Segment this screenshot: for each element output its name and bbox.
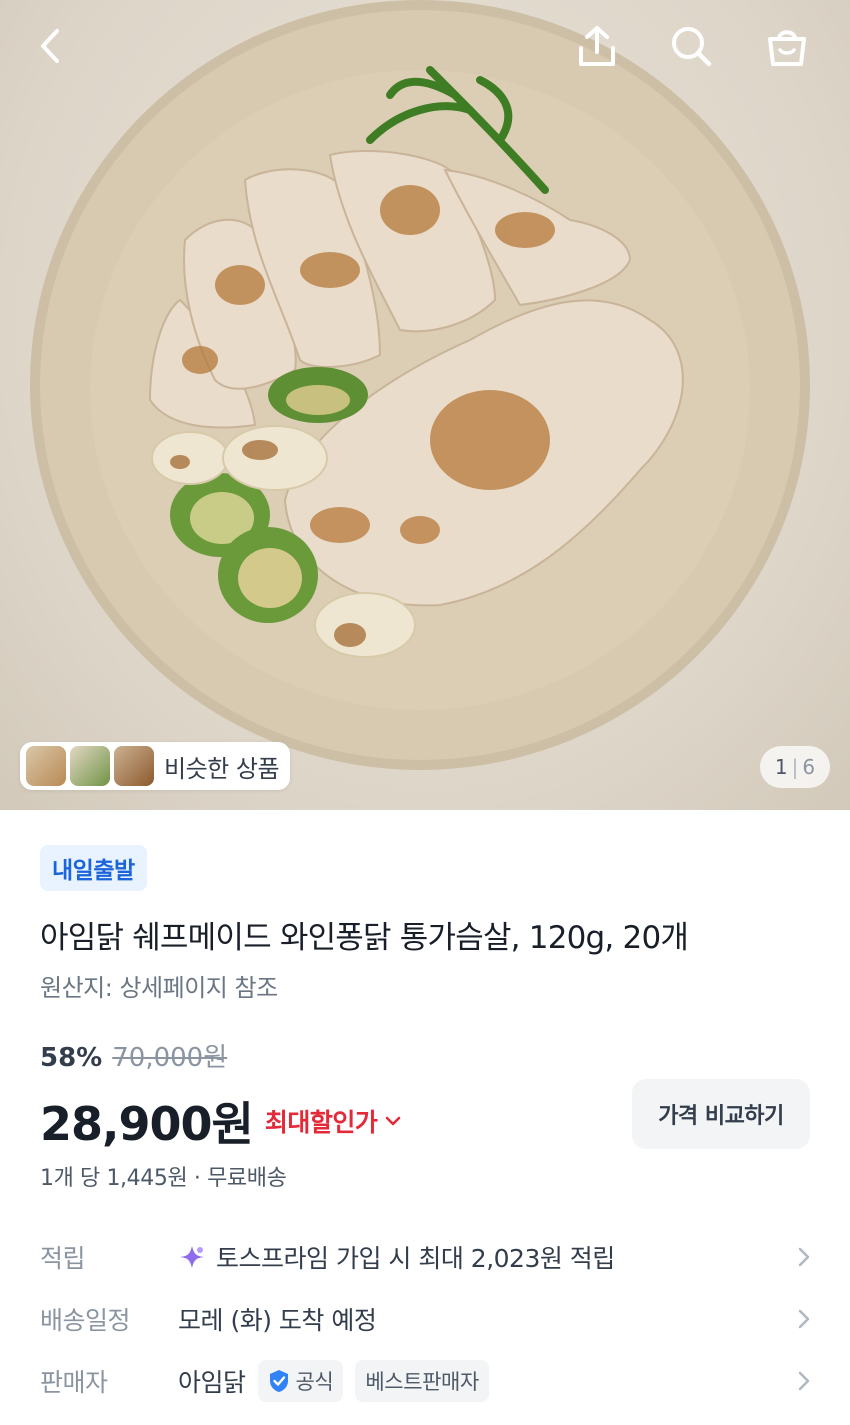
search-icon xyxy=(672,27,712,67)
similar-thumb-3 xyxy=(114,746,154,786)
shopping-bag-icon xyxy=(768,30,806,66)
original-price: 70,000원 xyxy=(112,1043,228,1073)
similar-thumb-1 xyxy=(26,746,66,786)
reward-key: 적립 xyxy=(40,1244,86,1273)
similar-products-label: 비슷한 상품 xyxy=(164,754,280,783)
unit-price: 1개 당 1,445원 xyxy=(40,1166,188,1191)
best-seller-tag: 베스트판매자 xyxy=(355,1360,489,1402)
official-tag: 공식 xyxy=(257,1360,344,1402)
product-image[interactable]: 비슷한 상품 1 | 6 xyxy=(0,0,850,810)
food-photo xyxy=(30,0,810,770)
chevron-right-icon xyxy=(798,1371,810,1391)
pager-current: 1 xyxy=(774,755,788,779)
search-button[interactable] xyxy=(663,18,719,74)
sale-price: 28,900원 xyxy=(40,1097,254,1151)
verified-shield-icon xyxy=(269,1370,288,1392)
discount-row: 58% 70,000원 xyxy=(40,1037,227,1074)
shipping-badge: 내일출발 xyxy=(40,845,147,891)
seller-key: 판매자 xyxy=(40,1368,108,1397)
back-button[interactable] xyxy=(22,18,78,74)
discount-rate: 58% xyxy=(40,1043,103,1073)
dot-separator: · xyxy=(193,1166,208,1191)
similar-products-button[interactable]: 비슷한 상품 xyxy=(20,742,290,790)
chevron-right-icon xyxy=(798,1247,810,1267)
image-pager: 1 | 6 xyxy=(760,746,830,788)
unit-price-row: 1개 당 1,445원 · 무료배송 xyxy=(40,1160,287,1192)
similar-thumb-2 xyxy=(70,746,110,786)
product-title: 아임닭 쉐프메이드 와인퐁닭 통가슴살, 120g, 20개 xyxy=(40,920,689,956)
toss-prime-icon xyxy=(180,1246,204,1268)
share-icon xyxy=(579,26,615,66)
delivery-key: 배송일정 xyxy=(40,1306,131,1335)
chevron-down-icon xyxy=(386,1116,401,1126)
reward-row[interactable]: 적립 토스프라임 가입 시 최대 2,023원 적립 xyxy=(40,1232,810,1282)
chevron-right-icon xyxy=(798,1309,810,1329)
official-tag-label: 공식 xyxy=(295,1370,334,1394)
max-discount-label: 최대할인가 xyxy=(264,1108,378,1137)
delivery-row[interactable]: 배송일정 모레 (화) 도착 예정 xyxy=(40,1294,810,1344)
shipping-fee: 무료배송 xyxy=(207,1166,287,1191)
delivery-value: 모레 (화) 도착 예정 xyxy=(178,1306,377,1335)
reward-value: 토스프라임 가입 시 최대 2,023원 적립 xyxy=(216,1244,615,1273)
price-row: 28,900원 최대할인가 xyxy=(40,1088,401,1154)
seller-row[interactable]: 판매자 아임닭 공식 베스트판매자 xyxy=(40,1356,810,1406)
pager-separator: | xyxy=(791,755,799,779)
max-discount-toggle[interactable]: 최대할인가 xyxy=(265,1103,402,1139)
origin-info: 원산지: 상세페이지 참조 xyxy=(40,974,278,1002)
cart-button[interactable] xyxy=(759,18,815,74)
share-button[interactable] xyxy=(569,18,625,74)
pager-total: 6 xyxy=(802,755,816,779)
seller-name: 아임닭 xyxy=(178,1368,246,1397)
back-arrow-icon xyxy=(41,29,59,63)
compare-price-button[interactable]: 가격 비교하기 xyxy=(632,1079,810,1149)
